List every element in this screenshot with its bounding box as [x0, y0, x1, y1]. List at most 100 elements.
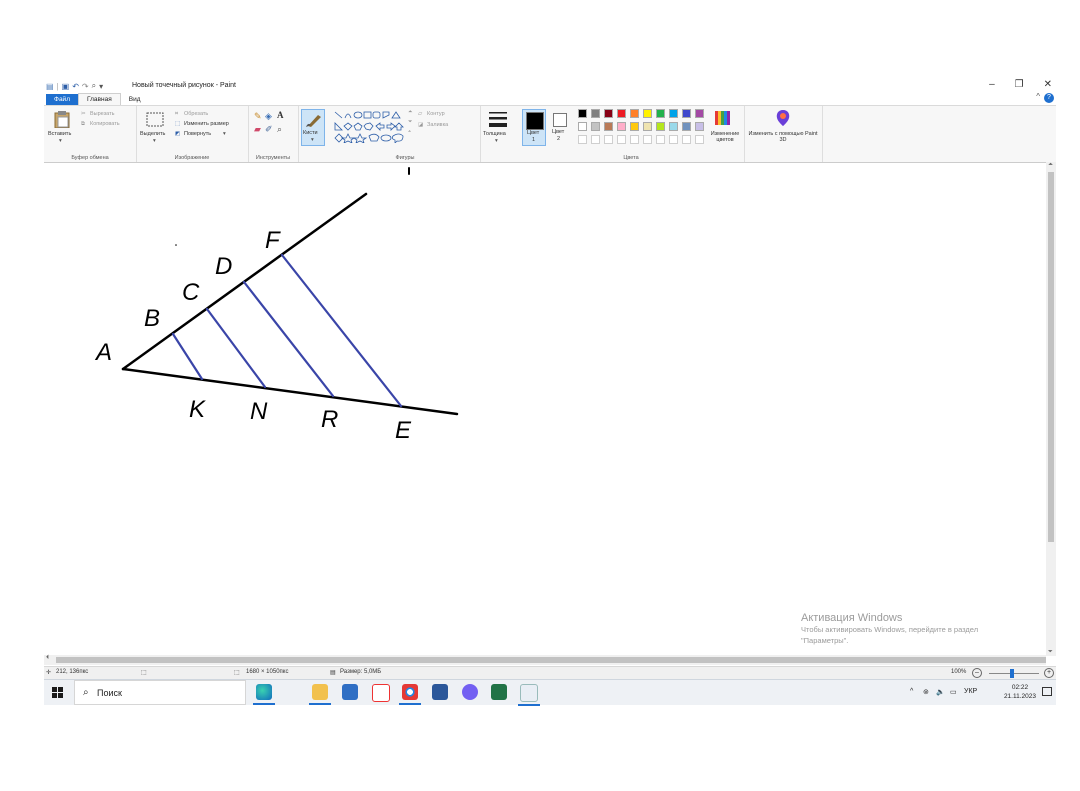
palette-swatch[interactable] — [630, 109, 639, 118]
color1-button[interactable]: Цвет 1 — [522, 109, 546, 146]
palette-swatch[interactable] — [578, 122, 587, 131]
paint-taskbar-icon[interactable] — [518, 684, 540, 706]
excel-app-icon[interactable] — [491, 684, 507, 700]
print-preview-icon[interactable]: ⌕ — [92, 81, 96, 91]
palette-swatch[interactable] — [578, 109, 587, 118]
tray-chevron-icon[interactable]: ^ — [910, 688, 913, 695]
shapes-scroll-down-icon[interactable]: ⏷ — [408, 119, 412, 126]
custom-color-slot[interactable] — [578, 135, 587, 144]
mail-app-icon[interactable] — [342, 684, 358, 700]
color-picker-icon[interactable]: ✐ — [265, 124, 273, 135]
select-button[interactable]: Выделить — [140, 131, 165, 137]
taskbar-search[interactable]: ⌕ Поиск — [74, 680, 246, 705]
custom-color-slot[interactable] — [591, 135, 600, 144]
edge-app-icon[interactable] — [253, 684, 275, 705]
collapse-ribbon-icon[interactable]: ^ — [1036, 92, 1040, 101]
redo-icon[interactable]: ↷ — [82, 82, 89, 91]
palette-swatch[interactable] — [656, 109, 665, 118]
size-icon[interactable] — [487, 109, 509, 129]
eraser-icon[interactable]: ▰ — [254, 124, 261, 135]
size-button[interactable]: Толщина — [483, 131, 506, 137]
paste-button[interactable]: Вставить — [48, 131, 71, 137]
shapes-scroll-up-icon[interactable]: ⏶ — [408, 109, 412, 116]
fill-icon[interactable]: ◈ — [265, 111, 272, 122]
pencil-icon[interactable]: ✎ — [254, 111, 262, 122]
shapes-gallery[interactable] — [333, 110, 427, 143]
paste-icon[interactable] — [54, 110, 70, 128]
palette-swatch[interactable] — [617, 109, 626, 118]
horizontal-scrollbar[interactable]: ⏴ — [44, 655, 1046, 665]
edit-colors-icon[interactable] — [714, 110, 732, 126]
palette-swatch[interactable] — [643, 109, 652, 118]
horizontal-scroll-thumb[interactable] — [56, 657, 1046, 663]
edit-colors-button[interactable]: Изменение цветов — [706, 131, 744, 143]
palette-swatch[interactable] — [695, 122, 704, 131]
drawing-canvas[interactable]: A B C D F K N R E — [46, 163, 1046, 656]
palette-swatch[interactable] — [669, 109, 678, 118]
custom-color-slot[interactable] — [604, 135, 613, 144]
crop-button[interactable]: Обрезать — [184, 111, 208, 117]
help-button[interactable]: ? — [1044, 93, 1054, 103]
custom-color-slot[interactable] — [656, 135, 665, 144]
text-tool-icon[interactable]: A — [277, 110, 284, 120]
palette-swatch[interactable] — [682, 109, 691, 118]
save-icon[interactable]: ▣ — [62, 82, 70, 91]
battery-icon[interactable]: ▭ — [950, 688, 957, 696]
palette-swatch[interactable] — [669, 122, 678, 131]
restore-button[interactable]: ❐ — [1015, 79, 1024, 90]
palette-swatch[interactable] — [604, 109, 613, 118]
clock[interactable]: 02:22 21.11.2023 — [1004, 683, 1036, 701]
tab-file[interactable]: Файл — [46, 94, 78, 105]
scroll-left-icon[interactable]: ⏴ — [46, 655, 49, 662]
custom-color-slot[interactable] — [643, 135, 652, 144]
size-dropdown-icon[interactable]: ▾ — [495, 138, 498, 144]
zoom-out-button[interactable]: – — [972, 668, 982, 678]
resize-button[interactable]: Изменить размер — [184, 121, 229, 127]
yandex-browser-app-icon[interactable] — [372, 684, 390, 702]
zoom-in-button[interactable]: + — [1044, 668, 1054, 678]
tab-home[interactable]: Главная — [77, 93, 121, 105]
custom-color-slot[interactable] — [669, 135, 678, 144]
notifications-icon[interactable] — [1042, 687, 1052, 696]
cut-button[interactable]: Вырезать — [90, 111, 114, 117]
palette-swatch[interactable] — [591, 122, 600, 131]
shapes-more-icon[interactable]: ⩡ — [408, 129, 411, 136]
custom-color-slot[interactable] — [695, 135, 704, 144]
palette-swatch[interactable] — [630, 122, 639, 131]
custom-color-slot[interactable] — [630, 135, 639, 144]
outline-button[interactable]: Контур — [427, 111, 445, 117]
palette-swatch[interactable] — [682, 122, 691, 131]
zoom-slider-thumb[interactable] — [1010, 669, 1014, 678]
minimize-button[interactable]: – — [989, 79, 995, 90]
qat-dropdown-icon[interactable]: ▾ — [99, 82, 103, 91]
paint3d-icon[interactable] — [775, 109, 791, 127]
fill-shape-button[interactable]: Заливка — [427, 122, 448, 128]
close-button[interactable]: ✕ — [1044, 79, 1052, 90]
chrome-app-icon[interactable] — [399, 684, 421, 705]
language-indicator[interactable]: УКР — [964, 688, 977, 695]
rotate-dropdown-icon[interactable]: ▾ — [223, 131, 226, 137]
start-button[interactable] — [52, 687, 63, 698]
palette-swatch[interactable] — [591, 109, 600, 118]
paint3d-button[interactable]: Изменить с помощью Paint 3D — [748, 131, 818, 143]
volume-icon[interactable]: 🔈 — [936, 688, 945, 696]
magnifier-icon[interactable]: ⌕ — [277, 124, 282, 135]
palette-swatch[interactable] — [643, 122, 652, 131]
network-status-icon[interactable]: ⊚ — [923, 688, 929, 696]
custom-color-slot[interactable] — [617, 135, 626, 144]
palette-swatch[interactable] — [656, 122, 665, 131]
copy-button[interactable]: Копировать — [90, 121, 120, 127]
vertical-scroll-thumb[interactable] — [1048, 172, 1054, 542]
paste-dropdown-icon[interactable]: ▾ — [59, 138, 62, 144]
undo-icon[interactable]: ↶ — [72, 82, 79, 91]
palette-swatch[interactable] — [604, 122, 613, 131]
file-explorer-app-icon[interactable] — [309, 684, 331, 705]
palette-swatch[interactable] — [617, 122, 626, 131]
zoom-slider-track[interactable] — [989, 673, 1039, 674]
vertical-scrollbar[interactable]: ⏶ ⏷ — [1046, 162, 1056, 656]
color2-button[interactable]: Цвет 2 — [548, 109, 572, 146]
scroll-up-icon[interactable]: ⏶ — [1048, 162, 1053, 169]
word-app-icon[interactable] — [432, 684, 448, 700]
brushes-button[interactable]: Кисти ▾ — [301, 109, 325, 146]
palette-swatch[interactable] — [695, 109, 704, 118]
